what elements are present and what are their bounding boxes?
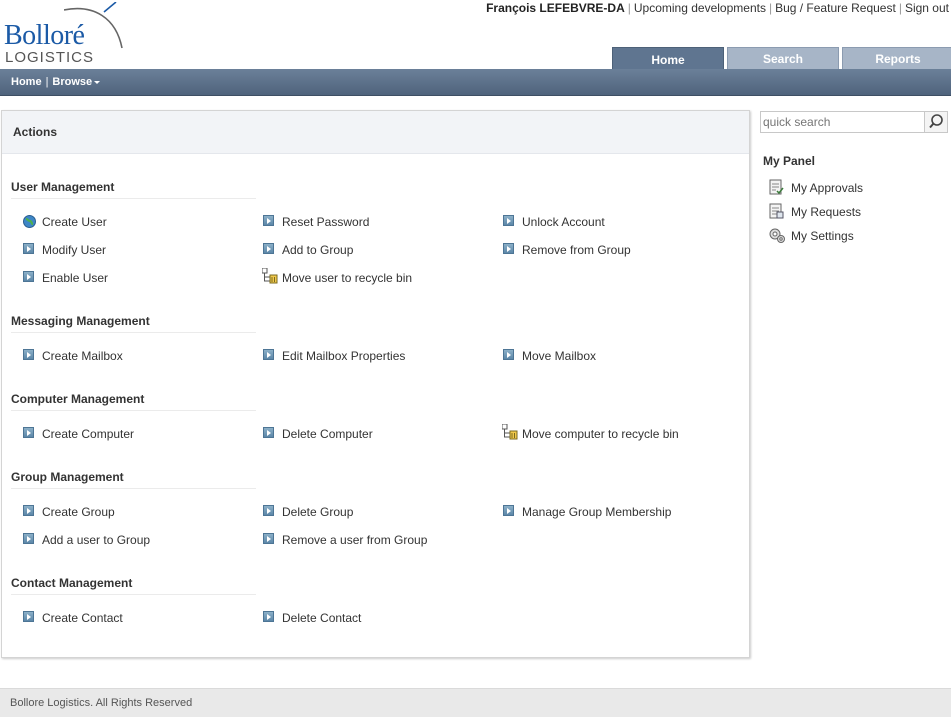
nav-home-link[interactable]: Home <box>11 76 42 88</box>
arrow-icon <box>503 505 515 517</box>
action-label: Create Computer <box>42 427 135 441</box>
sign-out-link[interactable]: Sign out <box>905 1 949 15</box>
tab-home[interactable]: Home <box>612 47 724 70</box>
action-label: Create Mailbox <box>42 349 123 363</box>
action-label: Add to Group <box>282 243 354 257</box>
my-requests-label: My Requests <box>791 205 862 219</box>
arrow-icon <box>23 505 35 517</box>
arrow-icon <box>263 611 275 623</box>
arrow-icon <box>23 243 35 255</box>
action-label: Move user to recycle bin <box>282 271 413 285</box>
quick-search-input[interactable] <box>763 113 923 131</box>
recycle-icon <box>501 423 518 440</box>
action-label: Move computer to recycle bin <box>522 427 679 441</box>
section-title: Group Management <box>11 470 256 489</box>
requests-icon <box>769 203 784 219</box>
main-tabs: Home Search Reports <box>612 47 951 70</box>
arrow-icon <box>23 349 35 361</box>
section-title: User Management <box>11 180 256 199</box>
logo-text-sub: LOGISTICS <box>5 49 95 66</box>
arrow-icon <box>263 243 275 255</box>
actions-panel-title: Actions <box>13 125 58 139</box>
user-links: François LEFEBVRE-DA | Upcoming developmen… <box>486 1 949 15</box>
action-label: Edit Mailbox Properties <box>282 349 406 363</box>
action-label: Add a user to Group <box>42 533 151 547</box>
my-panel-title: My Panel <box>763 154 816 168</box>
settings-icon <box>769 228 785 243</box>
chevron-down-icon <box>94 80 101 84</box>
my-settings-label: My Settings <box>791 229 854 243</box>
arrow-icon <box>503 215 515 227</box>
tab-search[interactable]: Search <box>727 47 839 70</box>
arrow-icon <box>23 611 35 623</box>
action-label: Create User <box>42 215 107 229</box>
action-label: Unlock Account <box>522 215 605 229</box>
actions-panel: Actions User Management Create User Reset … <box>1 110 750 658</box>
bug-feature-request-link[interactable]: Bug / Feature Request <box>775 1 896 15</box>
action-label: Delete Computer <box>282 427 373 441</box>
action-label: Remove from Group <box>522 243 631 257</box>
action-label: Delete Group <box>282 505 354 519</box>
globe-icon <box>23 215 36 228</box>
action-label: Enable User <box>42 271 109 285</box>
action-label: Modify User <box>42 243 107 257</box>
current-user-name: François LEFEBVRE-DA <box>486 1 625 15</box>
actions-panel-header: Actions <box>2 111 749 154</box>
quick-search-button[interactable] <box>924 112 947 132</box>
recycle-icon <box>261 267 278 284</box>
action-label: Move Mailbox <box>522 349 597 363</box>
arrow-icon <box>23 533 35 545</box>
nav-bar: Home | Browse <box>0 69 951 96</box>
arrow-icon <box>263 505 275 517</box>
arrow-icon <box>23 271 35 283</box>
arrow-icon <box>263 533 275 545</box>
my-approvals-label: My Approvals <box>791 181 864 195</box>
logo-text-main: Bolloré <box>4 20 85 51</box>
search-icon <box>929 114 943 129</box>
section-title: Messaging Management <box>11 314 256 333</box>
section-title: Computer Management <box>11 392 256 411</box>
action-label: Create Contact <box>42 611 123 625</box>
action-label: Manage Group Membership <box>522 505 672 519</box>
arrow-icon <box>503 243 515 255</box>
arrow-icon <box>263 349 275 361</box>
action-label: Delete Contact <box>282 611 362 625</box>
section-title: Contact Management <box>11 576 256 595</box>
footer-copyright: Bollore Logistics. All Rights Reserved <box>10 697 193 709</box>
footer: Bollore Logistics. All Rights Reserved <box>0 688 951 717</box>
action-label: Create Group <box>42 505 115 519</box>
bollore-logo: Bolloré LOGISTICS <box>4 2 124 68</box>
nav-browse-label: Browse <box>52 76 93 88</box>
arrow-icon <box>23 427 35 439</box>
arrow-icon <box>263 215 275 227</box>
action-label: Reset Password <box>282 215 370 229</box>
approvals-icon <box>769 179 784 195</box>
upcoming-developments-link[interactable]: Upcoming developments <box>634 1 766 15</box>
quick-search <box>760 111 948 133</box>
tab-reports[interactable]: Reports <box>842 47 951 70</box>
nav-browse-menu[interactable]: Browse <box>52 76 101 88</box>
arrow-icon <box>263 427 275 439</box>
arrow-icon <box>503 349 515 361</box>
action-label: Remove a user from Group <box>282 533 428 547</box>
